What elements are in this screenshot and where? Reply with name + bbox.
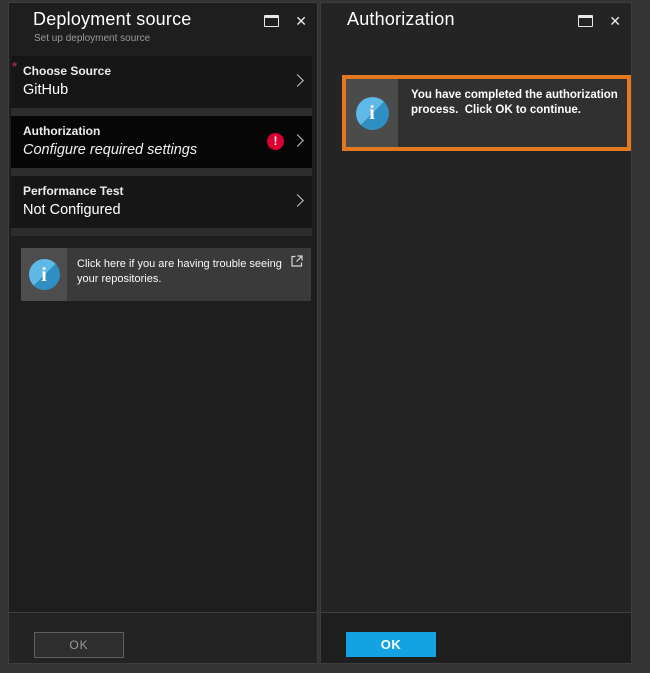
chevron-right-icon [291, 194, 304, 207]
authorization-blade: Authorization ✕ i You have completed the… [320, 2, 632, 664]
close-icon[interactable]: ✕ [295, 14, 307, 28]
blade-window-controls: ✕ [578, 14, 621, 28]
divider [11, 168, 312, 176]
ok-button[interactable]: OK [346, 632, 436, 657]
highlight-box: i You have completed the authorization p… [342, 75, 631, 151]
setting-label: Performance Test [23, 184, 124, 198]
chevron-right-icon [291, 74, 304, 87]
setting-label: Choose Source [23, 64, 112, 78]
info-icon-cell: i [21, 248, 67, 301]
info-icon-cell: i [346, 79, 398, 147]
info-icon: i [28, 259, 60, 290]
settings-list: * Choose Source GitHub Authorization Con… [11, 56, 312, 236]
setting-value: GitHub [23, 82, 69, 98]
authorization-header: Authorization ✕ [321, 3, 631, 55]
info-icon: i [355, 96, 389, 130]
ok-button[interactable]: OK [34, 632, 124, 658]
blade-window-controls: ✕ [264, 14, 307, 28]
page-subtitle: Set up deployment source [34, 33, 151, 44]
info-glyph: i [369, 102, 375, 124]
banner-body: Click here if you are having trouble see… [67, 248, 311, 301]
maximize-icon[interactable] [578, 15, 594, 27]
banner-text: Click here if you are having trouble see… [77, 258, 282, 285]
setting-value: Not Configured [23, 202, 121, 218]
external-link-icon[interactable] [291, 255, 303, 267]
divider [11, 108, 312, 116]
setting-choose-source[interactable]: * Choose Source GitHub [11, 56, 312, 108]
setting-value: Configure required settings [23, 142, 198, 158]
page-title: Authorization [347, 9, 455, 29]
error-badge-icon: ! [267, 133, 284, 150]
authorization-complete-message: i You have completed the authorization p… [346, 79, 627, 147]
deployment-source-blade: Deployment source Set up deployment sour… [8, 2, 318, 664]
close-icon[interactable]: ✕ [609, 14, 621, 28]
required-asterisk-icon: * [12, 59, 18, 74]
deployment-source-header: Deployment source Set up deployment sour… [9, 3, 317, 55]
message-body: You have completed the authorization pro… [398, 79, 627, 147]
deployment-source-footer: OK [9, 612, 317, 663]
setting-authorization[interactable]: Authorization Configure required setting… [11, 116, 312, 168]
info-glyph: i [41, 263, 47, 286]
azure-portal-canvas: Deployment source Set up deployment sour… [0, 0, 650, 673]
maximize-icon[interactable] [264, 15, 280, 27]
message-text: You have completed the authorization pro… [411, 89, 622, 116]
repositories-trouble-banner[interactable]: i Click here if you are having trouble s… [21, 248, 311, 301]
setting-performance-test[interactable]: Performance Test Not Configured [11, 176, 312, 228]
page-title: Deployment source [33, 9, 192, 29]
authorization-footer: OK [321, 612, 631, 663]
chevron-right-icon [291, 134, 304, 147]
divider [11, 228, 312, 236]
setting-label: Authorization [23, 124, 101, 138]
